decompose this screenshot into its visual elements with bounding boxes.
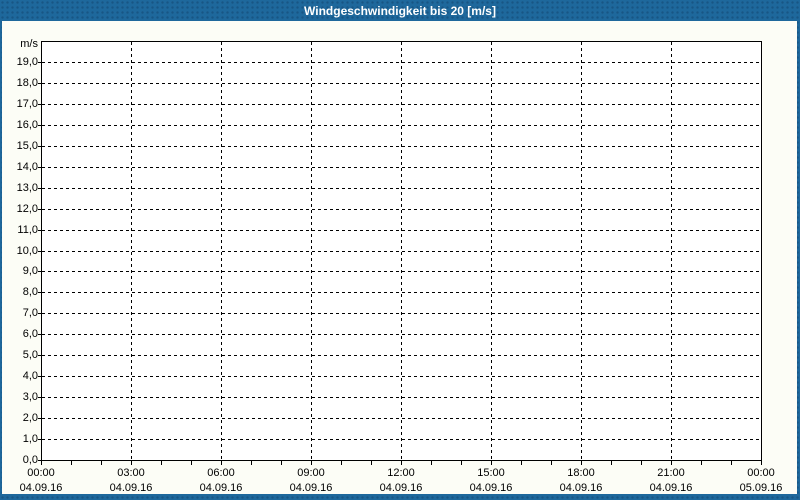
window-frame: Windgeschwindigkeit bis 20 [m/s] 0,0 1,0 2… (0, 0, 800, 500)
wind-speed-chart-plot (38, 41, 762, 465)
